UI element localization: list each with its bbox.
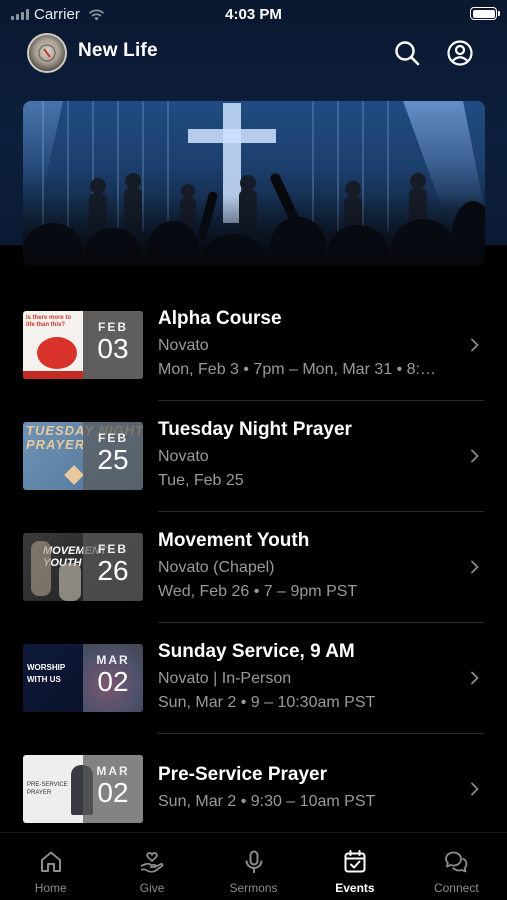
event-thumbnail: Is there more to life than this? FEB 03 <box>23 311 143 379</box>
hero-banner-image[interactable] <box>23 101 485 266</box>
status-time: 4:03 PM <box>225 6 282 23</box>
tab-label: Events <box>335 881 375 895</box>
tab-connect[interactable]: Connect <box>406 833 507 900</box>
church-logo[interactable] <box>27 33 67 73</box>
tab-label: Give <box>139 881 165 895</box>
app-header: New Life <box>0 30 507 76</box>
search-icon[interactable] <box>393 39 421 67</box>
event-info: Sunday Service, 9 AM Novato | In-Person … <box>158 641 463 715</box>
worship-stage-photo <box>23 101 485 266</box>
event-datetime: Tue, Feb 25 <box>158 472 244 489</box>
date-day: 26 <box>97 555 129 586</box>
tab-label: Home <box>34 881 67 895</box>
date-month: MAR <box>96 764 130 778</box>
event-title: Alpha Course <box>158 308 282 329</box>
event-row-tuesday-night-prayer[interactable]: TUESDAY NIGHT PRAYER FEB 25 Tuesday Nigh… <box>0 401 507 512</box>
event-row-alpha-course[interactable]: Is there more to life than this? FEB 03 … <box>0 290 507 401</box>
logo-mark-icon <box>38 44 56 62</box>
calendar-icon <box>344 850 366 873</box>
tab-give[interactable]: Give <box>101 833 202 900</box>
chevron-right-icon <box>471 449 479 463</box>
event-datetime: Wed, Feb 26 • 7 – 9pm PST <box>158 583 358 600</box>
microphone-icon <box>245 850 263 873</box>
date-day: 25 <box>97 444 129 475</box>
date-month: FEB <box>98 542 128 556</box>
status-bar: Carrier 4:03 PM <box>0 0 507 30</box>
event-location: Novato (Chapel) <box>158 559 275 576</box>
date-badge: FEB 03 <box>83 311 143 379</box>
event-thumbnail: PRE-SERVICE PRAYER MAR 02 <box>23 755 143 823</box>
tab-bar: Home Give Sermons Events Connect <box>0 832 507 900</box>
event-info: Tuesday Night Prayer Novato Tue, Feb 25 <box>158 419 463 493</box>
event-thumbnail: WORSHIP WITH US MAR 02 <box>23 644 143 712</box>
event-location: Novato | In-Person <box>158 670 292 687</box>
tab-home[interactable]: Home <box>0 833 101 900</box>
date-day: 02 <box>97 666 129 697</box>
home-icon <box>40 851 61 872</box>
event-row-pre-service-prayer[interactable]: PRE-SERVICE PRAYER MAR 02 Pre-Service Pr… <box>0 734 507 845</box>
date-month: FEB <box>98 320 128 334</box>
event-thumbnail: TUESDAY NIGHT PRAYER FEB 25 <box>23 422 143 490</box>
battery-icon <box>470 7 500 20</box>
give-icon <box>140 851 164 873</box>
chevron-right-icon <box>471 782 479 796</box>
app-title: New Life <box>78 40 158 61</box>
event-info: Movement Youth Novato (Chapel) Wed, Feb … <box>158 530 463 604</box>
event-thumbnail: MOVEMENT YOUTH FEB 26 <box>23 533 143 601</box>
chevron-right-icon <box>471 560 479 574</box>
tab-label: Sermons <box>229 881 278 895</box>
event-location: Novato <box>158 448 209 465</box>
event-row-sunday-service[interactable]: WORSHIP WITH US MAR 02 Sunday Service, 9… <box>0 623 507 734</box>
chat-icon <box>445 851 468 873</box>
thumbnail-caption: WORSHIP WITH US <box>27 663 66 684</box>
account-icon[interactable] <box>446 39 474 67</box>
date-badge: FEB 26 <box>83 533 143 601</box>
date-month: MAR <box>96 653 130 667</box>
event-datetime: Mon, Feb 3 • 7pm – Mon, Mar 31 • 8:… <box>158 361 436 378</box>
event-row-movement-youth[interactable]: MOVEMENT YOUTH FEB 26 Movement Youth Nov… <box>0 512 507 623</box>
tab-sermons[interactable]: Sermons <box>203 833 304 900</box>
event-info: Pre-Service Prayer Sun, Mar 2 • 9:30 – 1… <box>158 764 463 814</box>
date-day: 03 <box>97 333 129 364</box>
event-datetime: Sun, Mar 2 • 9:30 – 10am PST <box>158 793 376 810</box>
event-location: Novato <box>158 337 209 354</box>
events-list: Is there more to life than this? FEB 03 … <box>0 290 507 845</box>
thumbnail-caption: Is there more to life than this? <box>26 315 72 328</box>
tab-label: Connect <box>433 881 479 895</box>
date-badge: MAR 02 <box>83 644 143 712</box>
event-title: Tuesday Night Prayer <box>158 419 352 440</box>
date-month: FEB <box>98 431 128 445</box>
tab-events[interactable]: Events <box>304 833 405 900</box>
chevron-right-icon <box>471 671 479 685</box>
chevron-right-icon <box>471 338 479 352</box>
event-title: Movement Youth <box>158 530 310 551</box>
date-badge: MAR 02 <box>83 755 143 823</box>
event-info: Alpha Course Novato Mon, Feb 3 • 7pm – M… <box>158 308 463 382</box>
date-day: 02 <box>97 777 129 808</box>
event-title: Pre-Service Prayer <box>158 764 328 785</box>
date-badge: FEB 25 <box>83 422 143 490</box>
event-title: Sunday Service, 9 AM <box>158 641 355 662</box>
event-datetime: Sun, Mar 2 • 9 – 10:30am PST <box>158 694 376 711</box>
